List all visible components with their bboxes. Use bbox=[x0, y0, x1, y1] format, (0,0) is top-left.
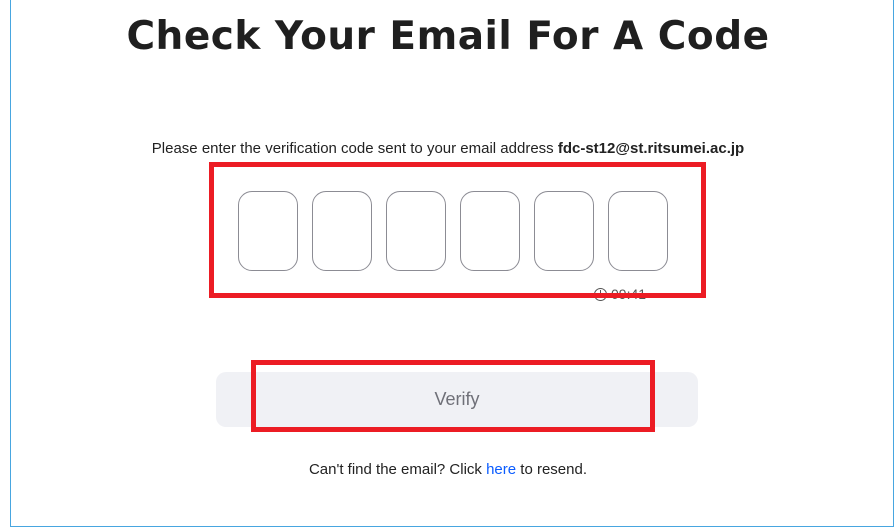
resend-link[interactable]: here bbox=[486, 461, 516, 478]
instruction-label: Please enter the verification code sent … bbox=[151, 140, 554, 157]
verify-highlight-box bbox=[251, 360, 655, 432]
resend-prefix: Can't find the email? Click bbox=[308, 461, 482, 478]
resend-text: Can't find the email? Click here to rese… bbox=[0, 461, 896, 478]
page-title: Check Your Email For A Code bbox=[126, 14, 770, 59]
email-address: fdc-st12@st.ritsumei.ac.jp bbox=[557, 140, 745, 157]
code-highlight-box bbox=[209, 162, 706, 298]
resend-suffix: to resend. bbox=[520, 461, 588, 478]
instruction-text: Please enter the verification code sent … bbox=[0, 140, 896, 157]
